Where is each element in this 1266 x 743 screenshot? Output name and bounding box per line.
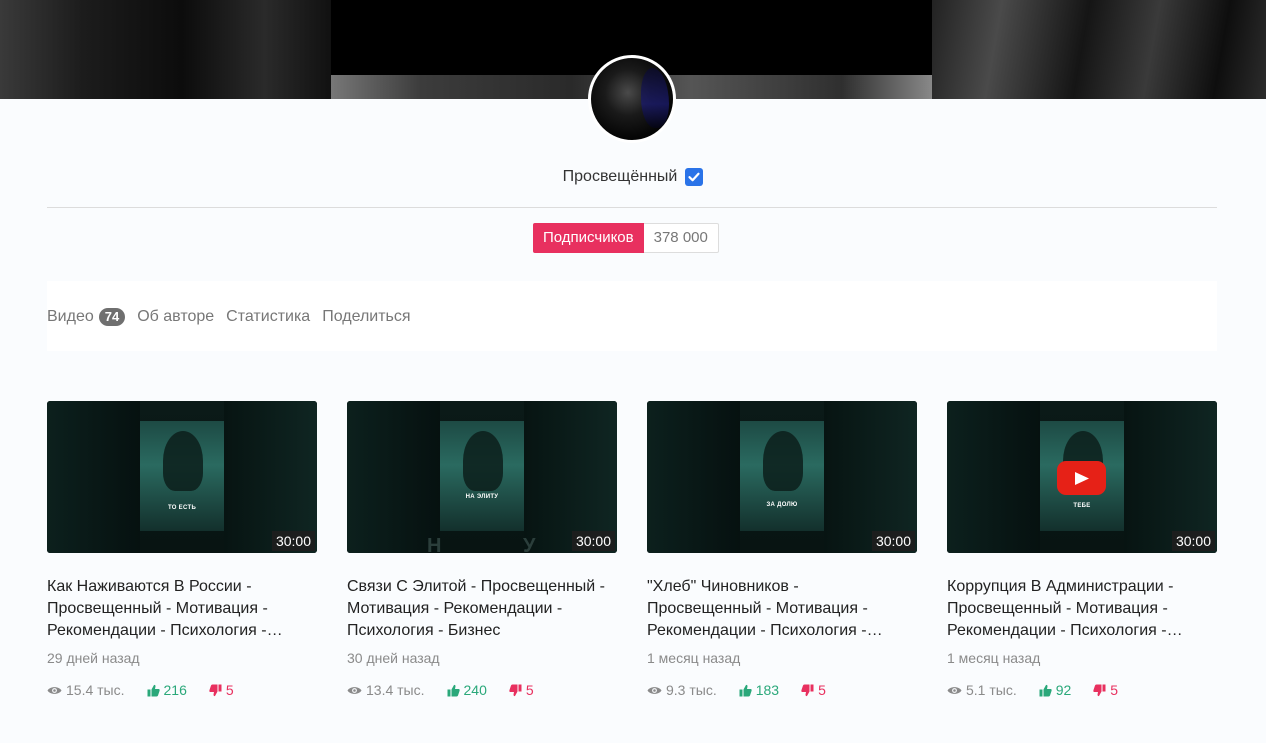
video-duration: 30:00: [1171, 531, 1215, 551]
video-card[interactable]: ТО ЕСТЬ 30:00 Как Наживаются В России - …: [47, 401, 317, 698]
divider: [47, 207, 1217, 208]
views-stat: 9.3 тыс.: [647, 682, 717, 698]
video-count-badge: 74: [98, 308, 126, 326]
thumbs-down-icon: [509, 684, 522, 696]
thumbs-up-icon: [447, 684, 460, 696]
tab-videos-label: Видео: [47, 308, 94, 325]
video-card[interactable]: ЗА ДОЛЮ 30:00 "Хлеб" Чиновников - Просве…: [647, 401, 917, 698]
views-count: 15.4 тыс.: [66, 682, 125, 698]
likes-count: 92: [1055, 682, 1072, 698]
video-stats: 9.3 тыс. 183 5: [647, 682, 917, 698]
dislikes-count: 5: [1110, 682, 1119, 698]
likes-count: 240: [463, 682, 487, 698]
likes-stat: 240: [447, 682, 487, 698]
tab-videos[interactable]: Видео 74: [47, 308, 126, 326]
video-date: 1 месяц назад: [647, 650, 741, 666]
banner-left-image: [0, 0, 331, 99]
video-title[interactable]: "Хлеб" Чиновников - Просвещенный - Мотив…: [647, 576, 917, 642]
tabs-panel: Видео 74 Об авторе Статистика Поделиться: [47, 281, 1217, 351]
dislikes-count: 5: [818, 682, 826, 698]
video-title[interactable]: Связи С Элитой - Просвещенный - Мотиваци…: [347, 576, 617, 642]
video-date: 30 дней назад: [347, 650, 440, 666]
dislikes-stat: 5: [1093, 682, 1118, 698]
likes-count: 216: [163, 682, 187, 698]
dislikes-stat: 5: [509, 682, 534, 698]
video-duration: 30:00: [271, 531, 315, 551]
video-date: 29 дней назад: [47, 650, 140, 666]
thumbs-up-icon: [739, 684, 752, 696]
tab-share[interactable]: Поделиться: [322, 308, 410, 326]
thumbnail-caption: НА ЭЛИТУ: [465, 494, 499, 500]
video-duration: 30:00: [571, 531, 615, 551]
video-title[interactable]: Как Наживаются В России - Просвещенный -…: [47, 576, 317, 642]
thumbs-down-icon: [1093, 684, 1106, 696]
channel-tabs: Видео 74 Об авторе Статистика Поделиться: [47, 308, 423, 326]
tab-statistics[interactable]: Статистика: [226, 308, 310, 326]
channel-avatar[interactable]: [588, 55, 676, 143]
subscribe-button[interactable]: Подписчиков: [533, 223, 644, 253]
video-card[interactable]: ТЕБЕ 30:00 Коррупция В Администрации - П…: [947, 401, 1217, 698]
thumbnail-overlay-text: Н: [427, 535, 442, 553]
thumbs-down-icon: [209, 684, 222, 696]
eye-icon: [647, 686, 662, 694]
likes-stat: 92: [1039, 682, 1072, 698]
video-card[interactable]: НА ЭЛИТУ Н У 30:00 Связи С Элитой - Прос…: [347, 401, 617, 698]
video-stats: 15.4 тыс. 216 5: [47, 682, 317, 698]
video-thumbnail[interactable]: НА ЭЛИТУ Н У 30:00: [347, 401, 617, 553]
video-duration: 30:00: [871, 531, 915, 551]
dislikes-count: 5: [225, 682, 234, 698]
subscribe-group: Подписчиков 378 000: [533, 223, 719, 253]
banner-right-image: [932, 0, 1266, 99]
video-title[interactable]: Коррупция В Администрации - Просвещенный…: [947, 576, 1217, 642]
video-thumbnail[interactable]: ТО ЕСТЬ 30:00: [47, 401, 317, 553]
eye-icon: [947, 686, 962, 694]
thumbs-up-icon: [147, 684, 160, 696]
views-count: 9.3 тыс.: [666, 682, 717, 698]
dislikes-stat: 5: [801, 682, 826, 698]
channel-name: Просвещённый: [562, 168, 678, 185]
views-count: 5.1 тыс.: [966, 682, 1017, 698]
dislikes-count: 5: [525, 682, 534, 698]
channel-name-row: Просвещённый: [0, 168, 1266, 186]
views-stat: 5.1 тыс.: [947, 682, 1017, 698]
thumbs-up-icon: [1039, 684, 1052, 696]
subscriber-count: 378 000: [643, 223, 719, 253]
video-stats: 13.4 тыс. 240 5: [347, 682, 617, 698]
thumbs-down-icon: [801, 684, 814, 696]
thumbnail-caption: ЗА ДОЛЮ: [766, 502, 798, 508]
views-stat: 15.4 тыс.: [47, 682, 125, 698]
eye-icon: [47, 686, 62, 694]
views-stat: 13.4 тыс.: [347, 682, 425, 698]
video-thumbnail[interactable]: ЗА ДОЛЮ 30:00: [647, 401, 917, 553]
verified-check-icon: [685, 168, 704, 186]
video-date: 1 месяц назад: [947, 650, 1041, 666]
thumbnail-caption: ТО ЕСТЬ: [167, 505, 197, 511]
likes-count: 183: [755, 682, 780, 698]
dislikes-stat: 5: [209, 682, 234, 698]
eye-icon: [347, 686, 362, 694]
video-stats: 5.1 тыс. 92 5: [947, 682, 1217, 698]
tab-about[interactable]: Об авторе: [137, 308, 214, 326]
thumbnail-caption: ТЕБЕ: [1073, 503, 1091, 509]
play-button-icon[interactable]: [1057, 461, 1106, 495]
thumbnail-overlay-text: У: [523, 535, 536, 553]
views-count: 13.4 тыс.: [366, 682, 425, 698]
video-thumbnail[interactable]: ТЕБЕ 30:00: [947, 401, 1217, 553]
likes-stat: 216: [147, 682, 187, 698]
likes-stat: 183: [739, 682, 779, 698]
